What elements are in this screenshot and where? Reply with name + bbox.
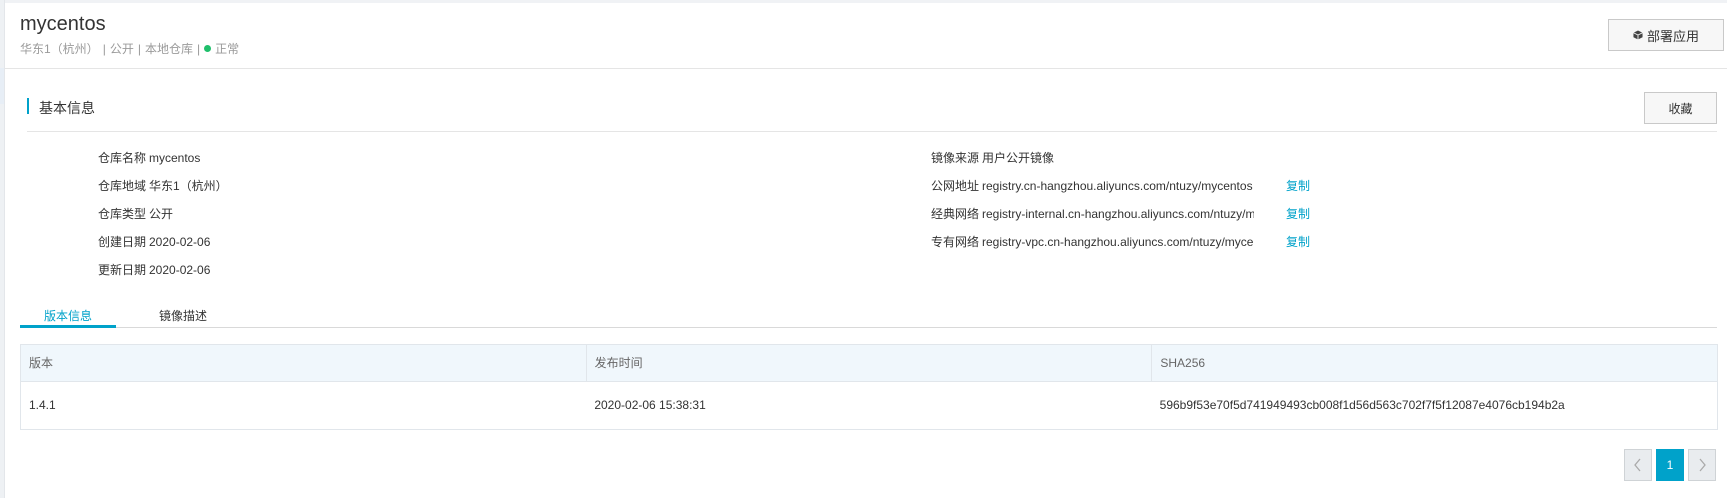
info-value: 用户公开镜像	[982, 151, 1055, 165]
favorite-button[interactable]: 收藏	[1644, 92, 1717, 124]
column-header-sha256: SHA256	[1160, 356, 1206, 370]
column-header-publish-time: 发布时间	[587, 345, 1153, 381]
section-accent-bar	[27, 98, 29, 114]
info-row-public-address: 公网地址 registry.cn-hangzhou.aliyuncs.com/n…	[919, 177, 1319, 195]
table-header: 版本 发布时间 SHA256	[21, 345, 1717, 382]
deploy-app-label: 部署应用	[1646, 28, 1699, 44]
table-row: 1.4.1 2020-02-06 15:38:31 596b9f53e70f5d…	[21, 382, 1717, 429]
left-rail	[0, 0, 5, 498]
tab-version-info[interactable]: 版本信息	[20, 307, 116, 328]
page-header: mycentos 华东1（杭州） | 公开 | 本地仓库 | 正常 部署应用	[5, 3, 1727, 69]
chevron-right-icon	[1699, 458, 1706, 472]
info-label: 仓库类型	[97, 207, 146, 221]
copy-vpc-address-link[interactable]: 复制	[1286, 233, 1310, 251]
prev-page-button[interactable]	[1624, 449, 1652, 481]
status-dot-icon	[204, 45, 212, 52]
page: mycentos 华东1（杭州） | 公开 | 本地仓库 | 正常 部署应用 基…	[0, 0, 1727, 498]
info-row-classic-network: 经典网络 registry-internal.cn-hangzhou.aliyu…	[919, 205, 1319, 223]
info-row-image-source: 镜像来源 用户公开镜像	[919, 149, 1319, 167]
copy-classic-address-link[interactable]: 复制	[1286, 205, 1310, 223]
info-label: 更新日期	[97, 263, 146, 277]
copy-public-address-link[interactable]: 复制	[1286, 177, 1310, 195]
info-value: 公开	[149, 207, 174, 221]
cell-publish-time: 2020-02-06 15:38:31	[594, 398, 706, 412]
info-label: 公网地址	[930, 179, 979, 193]
page-number-button[interactable]: 1	[1656, 449, 1684, 481]
info-label: 经典网络	[930, 207, 979, 221]
versions-table: 版本 发布时间 SHA256 1.4.1 2020-02-06 15:38:31…	[20, 344, 1718, 430]
section-title: 基本信息	[39, 100, 95, 116]
pagination: 1	[1624, 449, 1716, 481]
cell-sha256: 596b9f53e70f5d741949493cb008f1d56d563c70…	[1159, 398, 1565, 412]
info-value: registry-vpc.cn-hangzhou.aliyuncs.com/nt…	[982, 235, 1254, 249]
info-label: 镜像来源	[930, 151, 979, 165]
info-row-vpc-network: 专有网络 registry-vpc.cn-hangzhou.aliyuncs.c…	[919, 233, 1319, 251]
info-label: 专有网络	[930, 235, 979, 249]
tab-image-description[interactable]: 镜像描述	[138, 307, 228, 328]
info-row-region: 仓库地域 华东1（杭州）	[86, 177, 386, 195]
meta-separator: |	[102, 41, 106, 56]
page-title: mycentos	[20, 13, 106, 35]
next-page-button[interactable]	[1688, 449, 1716, 481]
info-value: 2020-02-06	[149, 263, 211, 277]
info-value: 华东1（杭州）	[149, 179, 228, 193]
info-value: registry.cn-hangzhou.aliyuncs.com/ntuzy/…	[982, 179, 1253, 193]
meta-repo-type: 本地仓库	[144, 42, 193, 56]
chevron-left-icon	[1634, 458, 1641, 472]
repo-meta: 华东1（杭州） | 公开 | 本地仓库 | 正常	[20, 40, 239, 57]
cube-icon	[1633, 30, 1643, 40]
meta-visibility: 公开	[109, 42, 134, 56]
cell-version: 1.4.1	[29, 398, 56, 412]
info-label: 仓库名称	[97, 151, 146, 165]
tab-bar: 版本信息 镜像描述	[20, 303, 1717, 328]
basic-info-header: 基本信息 收藏	[27, 88, 1717, 132]
meta-region: 华东1（杭州）	[20, 42, 99, 56]
info-row-repo-name: 仓库名称 mycentos	[86, 149, 386, 167]
info-label: 仓库地域	[97, 179, 146, 193]
meta-separator: |	[137, 41, 141, 56]
info-value: 2020-02-06	[149, 235, 211, 249]
info-row-created: 创建日期 2020-02-06	[86, 233, 386, 251]
info-label: 创建日期	[97, 235, 146, 249]
info-row-repo-type: 仓库类型 公开	[86, 205, 386, 223]
column-header-version: 版本	[21, 345, 587, 381]
status-badge: 正常	[215, 42, 240, 56]
left-rail-marker	[0, 68, 4, 104]
meta-separator: |	[196, 41, 201, 56]
info-row-updated: 更新日期 2020-02-06	[86, 261, 386, 279]
deploy-app-button[interactable]: 部署应用	[1608, 19, 1724, 51]
info-value: registry-internal.cn-hangzhou.aliyuncs.c…	[982, 207, 1254, 221]
info-value: mycentos	[149, 151, 201, 165]
